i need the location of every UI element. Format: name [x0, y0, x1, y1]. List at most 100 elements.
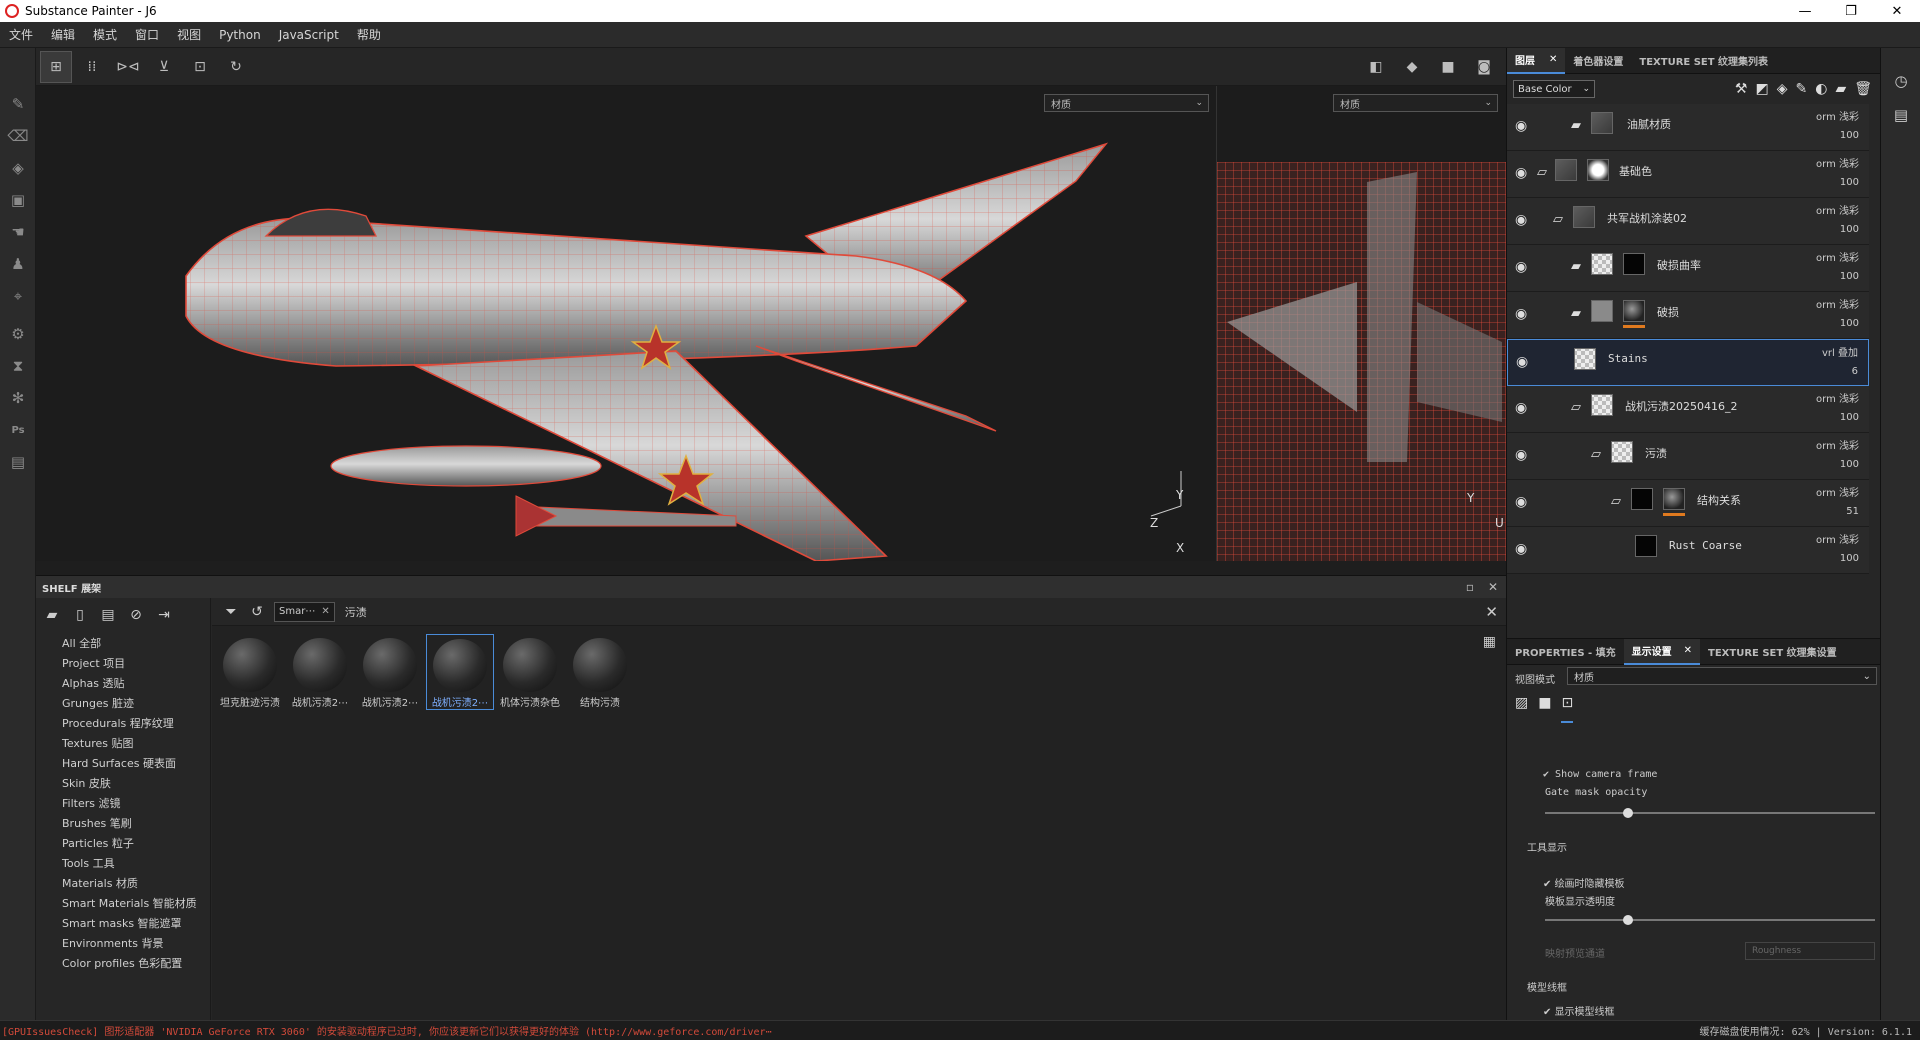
eraser-icon[interactable]: ⌫: [0, 120, 36, 152]
channel-select[interactable]: Base Color ⌄: [1513, 80, 1595, 98]
shelf-item-selected[interactable]: 战机污渍2⋯: [426, 634, 494, 710]
shelf-item[interactable]: 战机污渍2⋯: [356, 634, 424, 710]
template-opacity-slider[interactable]: [1545, 915, 1875, 925]
layer-blend-mode[interactable]: orm 浅彩: [1816, 155, 1859, 170]
layer-blend-mode[interactable]: orm 浅彩: [1816, 437, 1859, 452]
grid-layout-icon[interactable]: ▦: [1483, 634, 1496, 650]
layer-row[interactable]: ◉ ▰ 油腻材质 orm 浅彩 100: [1507, 104, 1869, 151]
category-item[interactable]: Procedurals 程序纹理: [36, 712, 210, 732]
layer-opacity[interactable]: 100: [1840, 553, 1859, 564]
map-preview-select[interactable]: Roughness: [1745, 942, 1875, 960]
add-mask-icon[interactable]: ◩: [1755, 81, 1768, 97]
layer-opacity[interactable]: 100: [1840, 177, 1859, 188]
projection-icon[interactable]: ◈: [0, 152, 36, 184]
menu-help[interactable]: 帮助: [348, 26, 390, 43]
layer-row[interactable]: ◉ ▱ 污渍 orm 浅彩 100: [1507, 433, 1869, 480]
layer-opacity[interactable]: 100: [1840, 271, 1859, 282]
paint-brush-icon[interactable]: ✎: [0, 88, 36, 120]
category-item[interactable]: Grunges 脏迹: [36, 692, 210, 712]
single-view-icon[interactable]: ⊞: [40, 50, 72, 83]
smudge-icon[interactable]: ☚: [0, 216, 36, 248]
add-folder-icon[interactable]: ◐: [1815, 81, 1827, 97]
color-picker-icon[interactable]: ⌖: [0, 280, 36, 312]
grid-view-icon[interactable]: ⁞⁞: [76, 51, 108, 83]
camera-icon[interactable]: ■: [1538, 695, 1551, 723]
category-item[interactable]: Smart Materials 智能材质: [36, 892, 210, 912]
visibility-eye-icon[interactable]: ◉: [1515, 212, 1527, 228]
layer-blend-mode[interactable]: orm 浅彩: [1816, 249, 1859, 264]
layer-blend-mode[interactable]: vrl 叠加: [1822, 344, 1858, 359]
export-icon[interactable]: ▤: [0, 446, 36, 478]
add-fill-layer-icon[interactable]: ◈: [1777, 81, 1788, 97]
category-item[interactable]: Hard Surfaces 硬表面: [36, 752, 210, 772]
history-icon[interactable]: ↻: [220, 51, 252, 83]
layer-opacity[interactable]: 51: [1846, 506, 1859, 517]
category-item[interactable]: Smart masks 智能遮罩: [36, 912, 210, 932]
maximize-button[interactable]: ❐: [1828, 0, 1874, 22]
photoshop-icon[interactable]: Ps: [0, 414, 36, 446]
viewport-3d[interactable]: 材质 ⌄ Y Z X: [36, 86, 1216, 561]
category-item[interactable]: Alphas 透贴: [36, 672, 210, 692]
visibility-eye-icon[interactable]: ◉: [1516, 354, 1528, 370]
layer-blend-mode[interactable]: orm 浅彩: [1816, 390, 1859, 405]
layer-blend-mode[interactable]: orm 浅彩: [1816, 202, 1859, 217]
category-item[interactable]: Tools 工具: [36, 852, 210, 872]
delete-layer-icon[interactable]: 🗑: [1854, 81, 1872, 97]
tab-shader-settings[interactable]: 着色器设置: [1565, 48, 1631, 74]
category-item[interactable]: Textures 贴图: [36, 732, 210, 752]
layer-opacity[interactable]: 100: [1840, 412, 1859, 423]
menu-edit[interactable]: 编辑: [42, 26, 84, 43]
visibility-eye-icon[interactable]: ◉: [1515, 165, 1527, 181]
layer-row-selected[interactable]: ◉ Stains vrl 叠加 6: [1507, 339, 1869, 386]
tab-properties-fill[interactable]: PROPERTIES - 填充: [1507, 639, 1624, 665]
layer-blend-mode[interactable]: orm 浅彩: [1816, 108, 1859, 123]
layer-opacity[interactable]: 6: [1852, 366, 1858, 377]
layer-row[interactable]: ◉ ▰ 破损 orm 浅彩 100: [1507, 292, 1869, 339]
bake-icon[interactable]: ⚙: [0, 318, 36, 350]
new-file-icon[interactable]: ▯: [68, 604, 92, 626]
visibility-eye-icon[interactable]: ◉: [1515, 118, 1527, 134]
polygon-fill-icon[interactable]: ▣: [0, 184, 36, 216]
slider-knob[interactable]: [1622, 915, 1633, 925]
layer-blend-mode[interactable]: orm 浅彩: [1816, 296, 1859, 311]
show-camera-frame-checkbox[interactable]: ✔ Show camera frame: [1543, 769, 1657, 780]
viewport-2d[interactable]: 材质 ⌄ Y U: [1216, 86, 1506, 561]
search-filter-text[interactable]: 污渍: [345, 604, 367, 620]
shelf-item[interactable]: 机体污渍杂色: [496, 634, 564, 710]
visibility-eye-icon[interactable]: ◉: [1515, 259, 1527, 275]
category-item[interactable]: Brushes 笔刷: [36, 812, 210, 832]
history-panel-icon[interactable]: ◷: [1881, 64, 1920, 98]
layer-row[interactable]: ◉ ▱ 共军战机涂装02 orm 浅彩 100: [1507, 198, 1869, 245]
layer-opacity[interactable]: 100: [1840, 318, 1859, 329]
close-window-button[interactable]: ✕: [1874, 0, 1920, 22]
close-shelf-icon[interactable]: ✕: [1488, 580, 1498, 594]
layer-blend-mode[interactable]: orm 浅彩: [1816, 484, 1859, 499]
settings-gear-icon[interactable]: ✻: [0, 382, 36, 414]
hourglass-icon[interactable]: ⧗: [0, 350, 36, 382]
image-icon[interactable]: ▨: [1515, 695, 1528, 723]
category-item[interactable]: Particles 粒子: [36, 832, 210, 852]
symmetry-x-icon[interactable]: ⊳⊲: [112, 51, 144, 83]
visibility-eye-icon[interactable]: ◉: [1515, 494, 1527, 510]
viewport-3d-material-select[interactable]: 材质 ⌄: [1044, 94, 1209, 112]
add-frame-icon[interactable]: ⊡: [184, 51, 216, 83]
tab-texture-set-settings[interactable]: TEXTURE SET 纹理集设置: [1700, 639, 1845, 665]
menu-python[interactable]: Python: [210, 28, 270, 42]
float-panel-icon[interactable]: ▫: [1466, 580, 1474, 594]
gate-mask-opacity-slider[interactable]: [1545, 808, 1875, 818]
clone-stamp-icon[interactable]: ♟: [0, 248, 36, 280]
layer-row[interactable]: ◉ ▱ 结构关系 orm 浅彩 51: [1507, 480, 1869, 527]
visibility-eye-icon[interactable]: ◉: [1515, 541, 1527, 557]
category-item[interactable]: Materials 材质: [36, 872, 210, 892]
frame-icon[interactable]: ⊡: [1561, 695, 1574, 723]
menu-file[interactable]: 文件: [0, 26, 42, 43]
import-icon[interactable]: ⇥: [152, 604, 176, 626]
shelf-item[interactable]: 结构污渍: [566, 634, 634, 710]
category-item[interactable]: Project 项目: [36, 652, 210, 672]
viewport-2d-material-select[interactable]: 材质 ⌄: [1333, 94, 1498, 112]
group-icon[interactable]: ▰: [1835, 81, 1846, 97]
camera-icon[interactable]: ■: [1432, 51, 1464, 83]
menu-window[interactable]: 窗口: [126, 26, 168, 43]
category-item[interactable]: Color profiles 色彩配置: [36, 952, 210, 972]
remove-chip-icon[interactable]: ✕: [321, 606, 329, 617]
